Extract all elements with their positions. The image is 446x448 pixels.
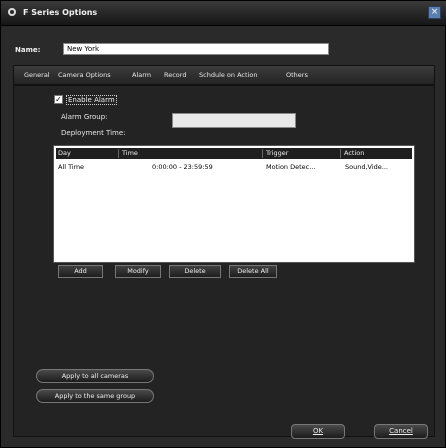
delete-button[interactable]: Delete bbox=[169, 265, 221, 278]
tab-others[interactable]: Others bbox=[286, 71, 308, 79]
apply-to-same-group-button[interactable]: Apply to the same group bbox=[36, 389, 154, 403]
name-label: Name: bbox=[15, 46, 41, 54]
name-input[interactable]: New York bbox=[63, 43, 329, 55]
ok-button[interactable]: OK bbox=[291, 424, 345, 439]
column-header-time[interactable]: Time bbox=[122, 149, 138, 157]
tab-camera-options[interactable]: Camera Options bbox=[58, 71, 111, 79]
apply-to-all-cameras-button[interactable]: Apply to all cameras bbox=[36, 369, 154, 383]
column-divider[interactable] bbox=[262, 149, 263, 158]
deployment-time-label: Deployment Time: bbox=[61, 129, 126, 137]
modify-button[interactable]: Modify bbox=[115, 265, 161, 278]
delete-all-button[interactable]: Delete All bbox=[229, 265, 277, 278]
alarm-group-label: Alarm Group: bbox=[61, 113, 108, 121]
cell-action: Sound,Vide... bbox=[345, 163, 388, 171]
title-bar[interactable]: F Series Options × bbox=[1, 1, 446, 26]
tab-schedule-on-action[interactable]: Schdule on Action bbox=[199, 71, 257, 79]
deployment-table[interactable]: Day Time Trigger Action All Time 0:00:00… bbox=[53, 145, 415, 263]
cell-trigger: Motion Detec... bbox=[266, 163, 316, 171]
tab-general[interactable]: General bbox=[24, 71, 50, 79]
tab-bar: General Camera Options Alarm Record Schd… bbox=[13, 65, 435, 85]
column-header-action[interactable]: Action bbox=[344, 149, 364, 157]
window-title: F Series Options bbox=[23, 8, 98, 17]
alarm-group-input[interactable] bbox=[172, 113, 296, 128]
column-divider[interactable] bbox=[118, 149, 119, 158]
cell-day: All Time bbox=[58, 163, 85, 171]
tab-alarm[interactable]: Alarm bbox=[132, 71, 151, 79]
close-icon[interactable]: × bbox=[428, 6, 441, 19]
options-window: F Series Options × Name: New York Genera… bbox=[0, 0, 446, 448]
column-divider[interactable] bbox=[340, 149, 341, 158]
column-header-day[interactable]: Day bbox=[58, 149, 71, 157]
column-header-trigger[interactable]: Trigger bbox=[266, 149, 288, 157]
enable-alarm-label[interactable]: Enable Alarm bbox=[66, 95, 117, 105]
add-button[interactable]: Add bbox=[58, 265, 103, 278]
app-icon bbox=[8, 8, 16, 16]
table-header: Day Time Trigger Action bbox=[56, 148, 412, 159]
tab-record[interactable]: Record bbox=[164, 71, 186, 79]
cancel-button[interactable]: Cancel bbox=[374, 424, 428, 439]
cell-time: 0:00:00 - 23:59:59 bbox=[152, 163, 213, 171]
enable-alarm-checkbox[interactable]: ✓ bbox=[54, 95, 63, 104]
